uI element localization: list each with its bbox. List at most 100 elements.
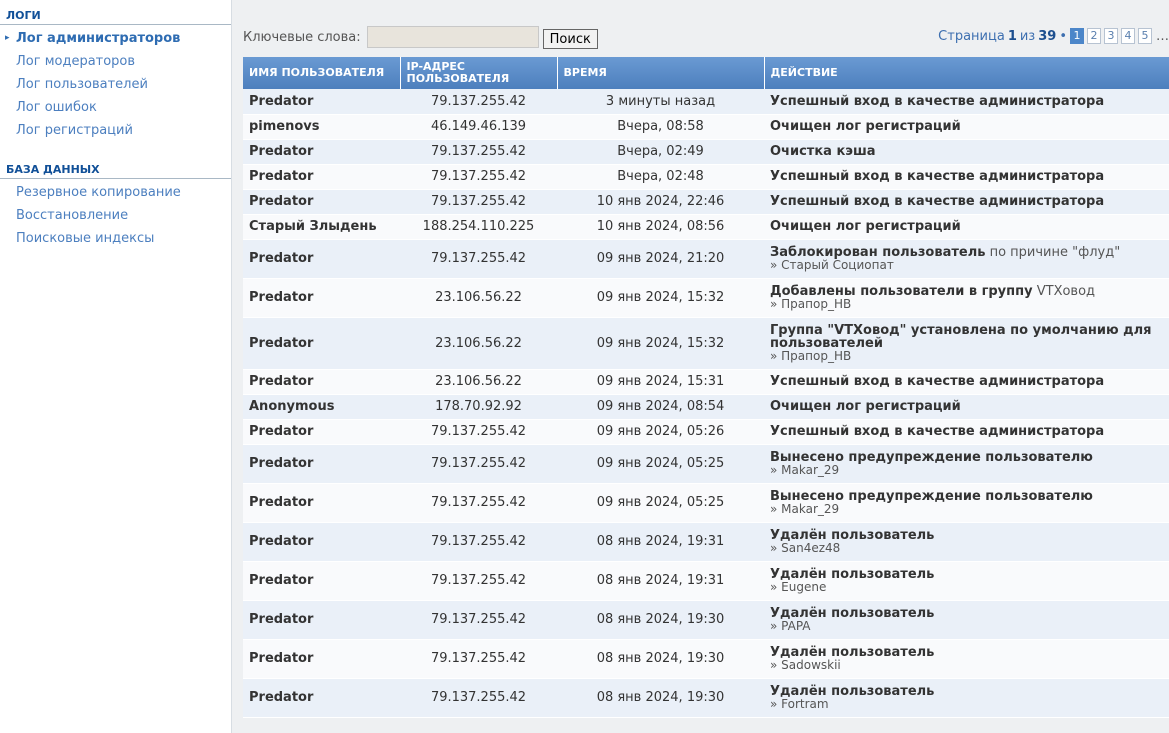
log-table: ИМЯ ПОЛЬЗОВАТЕЛЯ IP-АДРЕС ПОЛЬЗОВАТЕЛЯ В… [243,57,1169,718]
page-link-1[interactable]: 1 [1070,28,1084,44]
sidebar-item-restore[interactable]: Восстановление [0,204,231,227]
sidebar-section-title: ЛОГИ [0,0,231,25]
table-row: Predator 23.106.56.22 09 янв 2024, 15:31 Ус… [243,369,1169,395]
table-row: Predator 79.137.255.42 09 янв 2024, 05:26 У… [243,419,1169,445]
sidebar-item-search-indexes[interactable]: Поисковые индексы [0,227,231,250]
username-link[interactable]: Predator [243,139,400,165]
action-target: » Makar_29 [770,462,840,477]
column-header-ip: IP-АДРЕС ПОЛЬЗОВАТЕЛЯ [400,57,558,89]
action-text: Очищен лог регистраций [770,119,961,134]
sidebar-item-admin-log[interactable]: ▸ Лог администраторов [0,27,231,50]
username-link[interactable]: Predator [243,483,400,523]
username-link[interactable]: Anonymous [243,394,400,420]
username-link[interactable]: Predator [243,522,400,562]
main-panel: Ключевые слова: Поиск Страница 1 из 39 •… [232,0,1169,733]
page-link-4[interactable]: 4 [1121,28,1135,44]
table-row: Predator 79.137.255.42 09 янв 2024, 05:25 В… [243,483,1169,523]
timestamp: 10 янв 2024, 08:56 [557,214,764,240]
action-target: » PAPA [770,618,811,633]
search-label: Ключевые слова: [243,29,361,45]
timestamp: Вчера, 02:49 [557,139,764,165]
sidebar-item-registration-log[interactable]: Лог регистраций [0,119,231,142]
action-text: Успешный вход в качестве администратора [770,169,1105,184]
username-link[interactable]: Predator [243,239,400,279]
action-cell: Успешный вход в качестве администратора [764,89,1169,115]
username-link[interactable]: Predator [243,561,400,601]
username-link[interactable]: Predator [243,678,400,718]
action-cell: Заблокирован пользователь по причине "фл… [764,239,1169,279]
ip-address: 79.137.255.42 [400,139,557,165]
table-body: Predator 79.137.255.42 3 минуты назад Успеш… [243,89,1169,718]
action-text: Очищен лог регистраций [770,219,961,234]
ip-address: 79.137.255.42 [400,419,557,445]
table-row: Anonymous 178.70.92.92 09 янв 2024, 08:54 О… [243,394,1169,420]
action-target: » Прапор_НВ [770,296,852,311]
table-row: Predator 23.106.56.22 09 янв 2024, 15:32 До… [243,278,1169,318]
table-header-row: ИМЯ ПОЛЬЗОВАТЕЛЯ IP-АДРЕС ПОЛЬЗОВАТЕЛЯ В… [243,57,1169,89]
page-link-2[interactable]: 2 [1087,28,1101,44]
ip-address: 79.137.255.42 [400,639,557,679]
action-detail: по причине "флуд" [985,244,1121,260]
sidebar-item-backup[interactable]: Резервное копирование [0,181,231,204]
sidebar-item-label: Лог ошибок [16,100,97,115]
pagination: Страница 1 из 39 • 1 2 3 4 5 … [938,26,1169,46]
username-link[interactable]: Predator [243,164,400,190]
username-link[interactable]: Predator [243,639,400,679]
action-cell: Очистка кэша [764,139,1169,165]
pagination-bullet: • [1059,28,1067,44]
sidebar-item-moderator-log[interactable]: Лог модераторов [0,50,231,73]
username-link[interactable]: Predator [243,444,400,484]
username-link[interactable]: Predator [243,189,400,215]
ip-address: 79.137.255.42 [400,483,557,523]
action-cell: Удалён пользователь» Eugene [764,561,1169,601]
username-link[interactable]: pimenovs [243,114,400,140]
sidebar-item-label: Лог администраторов [16,31,181,46]
action-cell: Вынесено предупреждение пользователю» Ma… [764,483,1169,523]
ip-address: 188.254.110.225 [400,214,557,240]
table-row: Predator 79.137.255.42 3 минуты назад Успеш… [243,89,1169,115]
sidebar-list: Резервное копирование Восстановление Пои… [0,179,231,250]
table-row: Predator 79.137.255.42 Вчера, 02:49 Очистка… [243,139,1169,165]
page-link-3[interactable]: 3 [1104,28,1118,44]
ip-address: 79.137.255.42 [400,164,557,190]
table-row: pimenovs 46.149.46.139 Вчера, 08:58 Очищен … [243,114,1169,140]
username-link[interactable]: Predator [243,419,400,445]
action-cell: Удалён пользователь» San4ez48 [764,522,1169,562]
username-link[interactable]: Predator [243,369,400,395]
username-link[interactable]: Predator [243,89,400,115]
action-cell: Удалён пользователь» Fortram [764,678,1169,718]
table-row: Predator 79.137.255.42 08 янв 2024, 19:31 У… [243,561,1169,601]
column-header-time: ВРЕМЯ [557,57,765,89]
table-row: Predator 79.137.255.42 09 янв 2024, 21:20 З… [243,239,1169,279]
action-cell: Очищен лог регистраций [764,114,1169,140]
sidebar-item-label: Лог пользователей [16,77,148,92]
timestamp: 09 янв 2024, 15:32 [557,317,764,370]
pagination-ellipsis: … [1156,28,1169,44]
pagination-of: из [1019,28,1036,44]
username-link[interactable]: Predator [243,600,400,640]
action-cell: Очищен лог регистраций [764,214,1169,240]
username-link[interactable]: Predator [243,278,400,318]
page-link-5[interactable]: 5 [1138,28,1152,44]
pagination-prefix: Страница [938,28,1005,44]
timestamp: Вчера, 02:48 [557,164,764,190]
username-link[interactable]: Predator [243,317,400,370]
action-text: Успешный вход в качестве администратора [770,93,1105,109]
sidebar-item-error-log[interactable]: Лог ошибок [0,96,231,119]
search-button[interactable]: Поиск [542,29,598,49]
timestamp: 08 янв 2024, 19:30 [557,639,764,679]
column-header-user: ИМЯ ПОЛЬЗОВАТЕЛЯ [243,57,401,89]
sidebar-item-user-log[interactable]: Лог пользователей [0,73,231,96]
action-target: » Прапор_НВ [770,348,852,363]
search-input[interactable] [366,26,539,48]
action-cell: Успешный вход в качестве администратора [764,164,1169,190]
username-link[interactable]: Старый Злыдень [243,214,400,240]
action-cell: Успешный вход в качестве администратора [764,189,1169,215]
timestamp: 09 янв 2024, 15:32 [557,278,764,318]
action-cell: Вынесено предупреждение пользователю» Ma… [764,444,1169,484]
pagination-total: 39 [1038,28,1057,44]
action-text: Успешный вход в качестве администратора [770,194,1105,209]
action-target: » Sadowskii [770,657,841,672]
action-text: Группа "VTXовод" установлена по умолчани… [770,322,1152,351]
timestamp: 10 янв 2024, 22:46 [557,189,764,215]
